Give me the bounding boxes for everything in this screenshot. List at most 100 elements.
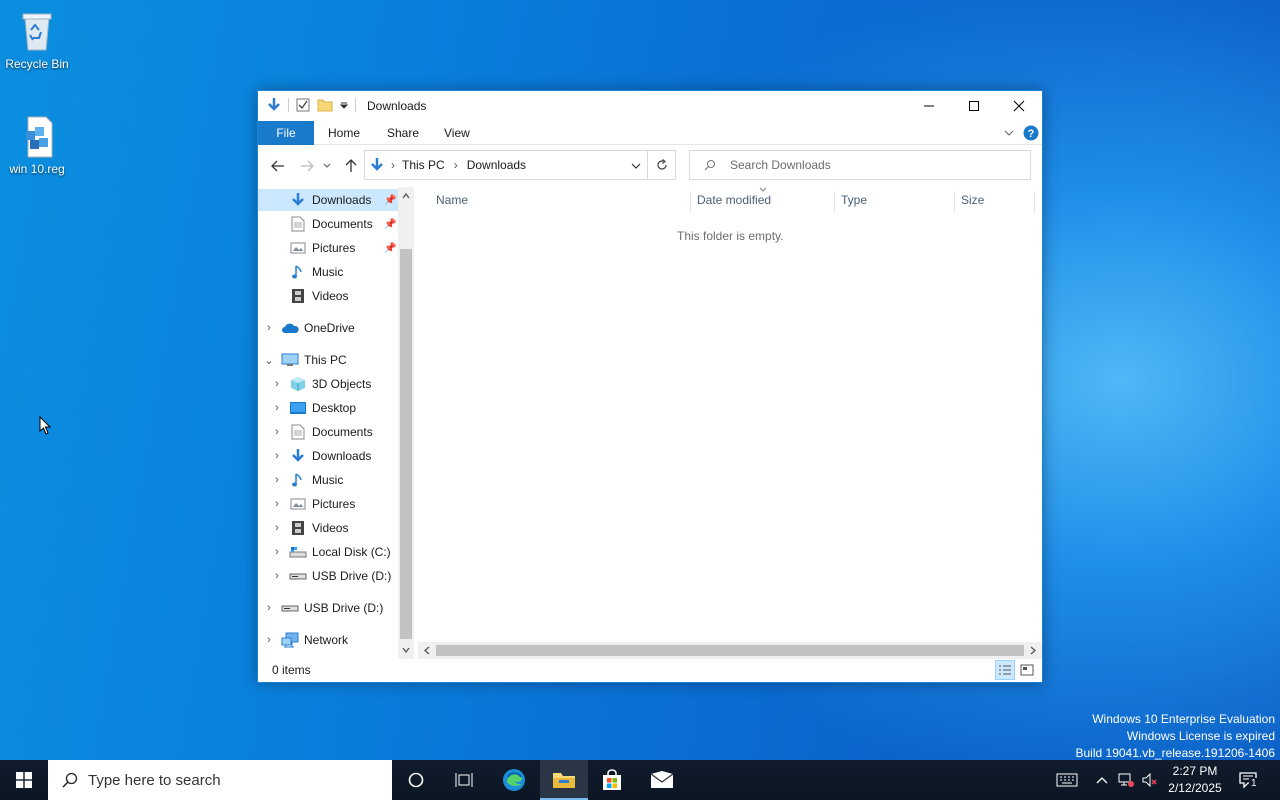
column-divider[interactable] [954, 191, 955, 213]
taskbar-search-box[interactable]: Type here to search [48, 760, 392, 800]
watermark-line: Windows 10 Enterprise Evaluation [1092, 712, 1275, 726]
chevron-right-icon[interactable]: › [271, 570, 283, 582]
file-explorer-taskbar-button[interactable] [540, 760, 588, 800]
nav-item-3d-objects[interactable]: › 3D Objects [258, 373, 398, 395]
help-icon[interactable]: ? [1023, 125, 1039, 141]
chevron-right-icon[interactable]: › [271, 522, 283, 534]
network-status-button[interactable] [1115, 760, 1137, 800]
nav-item-pictures-pinned[interactable]: Pictures 📌 [258, 237, 398, 259]
tab-file[interactable]: File [258, 121, 314, 145]
usb-drive-icon [289, 573, 307, 580]
new-folder-icon[interactable] [317, 97, 333, 113]
desktop-icon-reg-file[interactable]: win 10.reg [0, 113, 74, 176]
nav-item-this-pc[interactable]: ⌄ This PC [258, 349, 398, 371]
breadcrumb-this-pc[interactable]: This PC [402, 158, 445, 172]
action-center-button[interactable]: 1 [1232, 760, 1266, 800]
nav-item-local-disk-c[interactable]: › Local Disk (C:) [258, 541, 398, 563]
task-view-button[interactable] [440, 760, 488, 800]
cortana-button[interactable] [392, 760, 440, 800]
scrollbar-thumb[interactable] [400, 249, 412, 639]
details-view-button[interactable] [995, 660, 1015, 680]
nav-item-usb-drive-d[interactable]: › USB Drive (D:) [258, 597, 398, 619]
nav-item-downloads[interactable]: › Downloads [258, 445, 398, 467]
nav-item-network[interactable]: › Network [258, 629, 398, 651]
start-button[interactable] [0, 760, 48, 800]
column-divider[interactable] [834, 191, 835, 213]
download-arrow-icon[interactable] [266, 97, 282, 113]
scroll-right-arrow-icon[interactable] [1030, 646, 1036, 655]
divider [288, 98, 289, 112]
tab-share[interactable]: Share [373, 121, 433, 145]
refresh-button[interactable] [648, 150, 676, 180]
maximize-button[interactable] [951, 91, 997, 121]
show-hidden-icons-button[interactable] [1092, 760, 1112, 800]
navigation-pane-scrollbar[interactable] [398, 187, 414, 659]
back-button[interactable] [268, 156, 288, 176]
title-bar[interactable]: Downloads [258, 91, 1042, 121]
desktop-icon-recycle-bin[interactable]: Recycle Bin [0, 8, 74, 71]
chevron-right-icon[interactable]: › [271, 546, 283, 558]
keyboard-icon [1056, 773, 1078, 787]
chevron-right-icon[interactable]: › [271, 402, 283, 414]
close-button[interactable] [996, 91, 1042, 121]
breadcrumb-downloads[interactable]: Downloads [467, 158, 526, 172]
nav-item-music[interactable]: › Music [258, 469, 398, 491]
search-input[interactable]: Search Downloads [689, 150, 1031, 180]
recent-locations-button[interactable] [321, 156, 333, 176]
nav-item-desktop[interactable]: › Desktop [258, 397, 398, 419]
navigation-pane: Downloads 📌 Documents 📌 Pictures 📌 Music… [258, 187, 414, 658]
chevron-right-icon[interactable]: › [263, 322, 275, 334]
scroll-up-arrow-icon[interactable] [402, 193, 410, 199]
nav-item-videos-quick[interactable]: Videos [258, 285, 398, 307]
chevron-right-icon[interactable]: › [271, 498, 283, 510]
chevron-right-icon[interactable]: › [271, 378, 283, 390]
system-clock[interactable]: 2:27 PM 2/12/2025 [1160, 763, 1230, 797]
up-button[interactable] [341, 156, 361, 176]
nav-item-videos[interactable]: › Videos [258, 517, 398, 539]
nav-item-usb-drive-d-child[interactable]: › USB Drive (D:) [258, 565, 398, 587]
taskbar: Type here to search 2:27 PM 2/12/2025 1 [0, 760, 1280, 800]
column-divider[interactable] [1034, 191, 1035, 213]
column-divider[interactable] [690, 191, 691, 213]
tab-view[interactable]: View [430, 121, 484, 145]
column-header-name[interactable]: Name [436, 193, 468, 207]
input-indicator-button[interactable] [1052, 760, 1082, 800]
address-bar[interactable]: › This PC › Downloads [364, 150, 648, 180]
chevron-right-icon[interactable]: › [263, 634, 275, 646]
tab-home[interactable]: Home [314, 121, 374, 145]
scroll-down-arrow-icon[interactable] [402, 647, 410, 653]
column-header-size[interactable]: Size [961, 193, 984, 207]
nav-item-label: This PC [304, 353, 347, 367]
customize-qat-dropdown-icon[interactable] [339, 97, 349, 113]
nav-item-label: Music [312, 473, 344, 487]
column-header-type[interactable]: Type [841, 193, 867, 207]
edge-browser-button[interactable] [490, 760, 538, 800]
microsoft-store-button[interactable] [588, 760, 636, 800]
column-header-date-modified[interactable]: Date modified [697, 193, 771, 207]
nav-item-music-quick[interactable]: Music [258, 261, 398, 283]
address-dropdown-icon[interactable] [631, 162, 641, 170]
chevron-down-icon[interactable]: ⌄ [263, 354, 275, 367]
nav-item-pictures[interactable]: › Pictures [258, 493, 398, 515]
forward-button[interactable] [297, 156, 317, 176]
scroll-left-arrow-icon[interactable] [424, 646, 430, 655]
expand-ribbon-chevron-icon[interactable] [1004, 129, 1014, 137]
chevron-right-icon[interactable]: › [271, 426, 283, 438]
file-list[interactable]: Name Date modified Type Size This folder… [415, 187, 1042, 659]
nav-item-downloads-pinned[interactable]: Downloads 📌 [258, 189, 398, 211]
nav-item-label: Desktop [312, 401, 357, 415]
large-icons-view-icon [1020, 664, 1034, 676]
nav-item-documents-pinned[interactable]: Documents 📌 [258, 213, 398, 235]
scrollbar-thumb[interactable] [436, 645, 1024, 656]
volume-button[interactable] [1139, 760, 1161, 800]
mail-button[interactable] [638, 760, 686, 800]
nav-item-documents[interactable]: › Documents [258, 421, 398, 443]
chevron-right-icon[interactable]: › [271, 474, 283, 486]
chevron-right-icon[interactable]: › [271, 450, 283, 462]
nav-item-onedrive[interactable]: › OneDrive [258, 317, 398, 339]
minimize-button[interactable] [906, 91, 952, 121]
large-icons-view-button[interactable] [1017, 660, 1037, 680]
chevron-right-icon[interactable]: › [263, 602, 275, 614]
file-list-horizontal-scrollbar[interactable] [418, 642, 1042, 659]
properties-check-icon[interactable] [295, 97, 311, 113]
